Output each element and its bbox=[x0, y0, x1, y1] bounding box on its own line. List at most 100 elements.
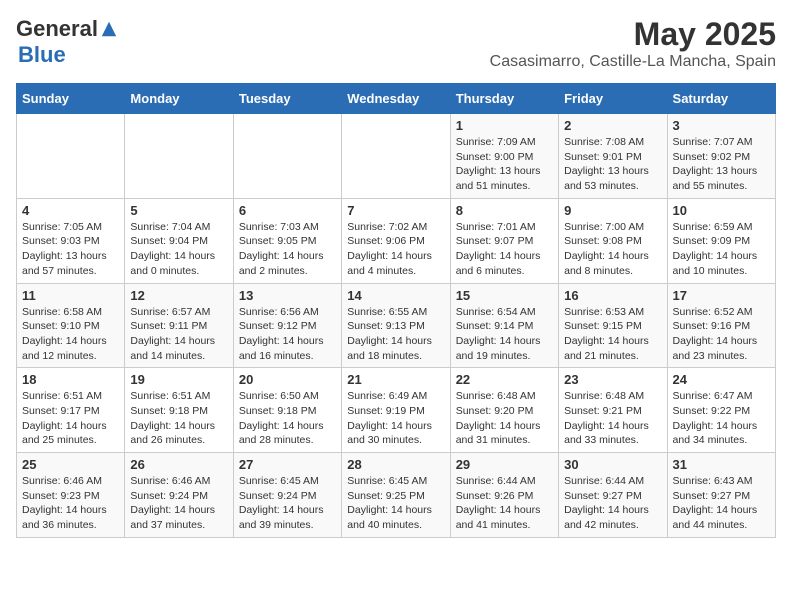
calendar-cell: 25 Sunrise: 6:46 AM Sunset: 9:23 PM Dayli… bbox=[17, 453, 125, 538]
calendar-cell: 10Sunrise: 6:59 AM Sunset: 9:09 PM Dayli… bbox=[667, 198, 775, 283]
calendar-cell: 28 Sunrise: 6:45 AM Sunset: 9:25 PM Dayli… bbox=[342, 453, 450, 538]
header-cell-thursday: Thursday bbox=[450, 84, 558, 114]
day-number: 12 bbox=[130, 288, 227, 303]
day-info: Sunrise: 6:58 AM Sunset: 9:10 PM Dayligh… bbox=[22, 305, 119, 364]
day-info: Sunrise: 6:46 AM Sunset: 9:24 PM Dayligh… bbox=[130, 474, 227, 533]
logo: General Blue bbox=[16, 16, 118, 68]
day-info: Sunrise: 6:49 AM Sunset: 9:19 PM Dayligh… bbox=[347, 389, 444, 448]
calendar-cell: 13Sunrise: 6:56 AM Sunset: 9:12 PM Dayli… bbox=[233, 283, 341, 368]
calendar-cell: 5 Sunrise: 7:04 AM Sunset: 9:04 PM Daylig… bbox=[125, 198, 233, 283]
day-info: Sunrise: 6:50 AM Sunset: 9:18 PM Dayligh… bbox=[239, 389, 336, 448]
day-number: 31 bbox=[673, 457, 770, 472]
calendar-cell: 16 Sunrise: 6:53 AM Sunset: 9:15 PM Dayli… bbox=[559, 283, 667, 368]
calendar-cell: 19Sunrise: 6:51 AM Sunset: 9:18 PM Dayli… bbox=[125, 368, 233, 453]
day-info: Sunrise: 6:45 AM Sunset: 9:24 PM Dayligh… bbox=[239, 474, 336, 533]
header-cell-tuesday: Tuesday bbox=[233, 84, 341, 114]
day-number: 9 bbox=[564, 203, 661, 218]
day-number: 7 bbox=[347, 203, 444, 218]
day-info: Sunrise: 6:46 AM Sunset: 9:23 PM Dayligh… bbox=[22, 474, 119, 533]
day-number: 24 bbox=[673, 372, 770, 387]
day-info: Sunrise: 6:47 AM Sunset: 9:22 PM Dayligh… bbox=[673, 389, 770, 448]
calendar-cell: 14Sunrise: 6:55 AM Sunset: 9:13 PM Dayli… bbox=[342, 283, 450, 368]
calendar-cell: 31Sunrise: 6:43 AM Sunset: 9:27 PM Dayli… bbox=[667, 453, 775, 538]
day-info: Sunrise: 6:51 AM Sunset: 9:18 PM Dayligh… bbox=[130, 389, 227, 448]
day-number: 21 bbox=[347, 372, 444, 387]
calendar-cell: 9 Sunrise: 7:00 AM Sunset: 9:08 PM Daylig… bbox=[559, 198, 667, 283]
calendar-cell: 4 Sunrise: 7:05 AM Sunset: 9:03 PM Daylig… bbox=[17, 198, 125, 283]
calendar-table: SundayMondayTuesdayWednesdayThursdayFrid… bbox=[16, 83, 776, 538]
calendar-cell: 18 Sunrise: 6:51 AM Sunset: 9:17 PM Dayli… bbox=[17, 368, 125, 453]
calendar-cell: 7 Sunrise: 7:02 AM Sunset: 9:06 PM Daylig… bbox=[342, 198, 450, 283]
day-info: Sunrise: 7:09 AM Sunset: 9:00 PM Dayligh… bbox=[456, 135, 553, 194]
day-number: 26 bbox=[130, 457, 227, 472]
day-number: 23 bbox=[564, 372, 661, 387]
day-info: Sunrise: 6:44 AM Sunset: 9:26 PM Dayligh… bbox=[456, 474, 553, 533]
header-cell-sunday: Sunday bbox=[17, 84, 125, 114]
day-info: Sunrise: 6:44 AM Sunset: 9:27 PM Dayligh… bbox=[564, 474, 661, 533]
day-number: 17 bbox=[673, 288, 770, 303]
calendar-cell: 23 Sunrise: 6:48 AM Sunset: 9:21 PM Dayli… bbox=[559, 368, 667, 453]
calendar-cell: 17 Sunrise: 6:52 AM Sunset: 9:16 PM Dayli… bbox=[667, 283, 775, 368]
day-info: Sunrise: 6:57 AM Sunset: 9:11 PM Dayligh… bbox=[130, 305, 227, 364]
day-info: Sunrise: 7:07 AM Sunset: 9:02 PM Dayligh… bbox=[673, 135, 770, 194]
logo-general-text: General bbox=[16, 16, 98, 42]
day-number: 30 bbox=[564, 457, 661, 472]
calendar-cell: 6Sunrise: 7:03 AM Sunset: 9:05 PM Daylig… bbox=[233, 198, 341, 283]
calendar-cell: 2 Sunrise: 7:08 AM Sunset: 9:01 PM Daylig… bbox=[559, 114, 667, 199]
day-number: 6 bbox=[239, 203, 336, 218]
day-info: Sunrise: 6:52 AM Sunset: 9:16 PM Dayligh… bbox=[673, 305, 770, 364]
day-number: 8 bbox=[456, 203, 553, 218]
day-info: Sunrise: 6:51 AM Sunset: 9:17 PM Dayligh… bbox=[22, 389, 119, 448]
day-info: Sunrise: 6:54 AM Sunset: 9:14 PM Dayligh… bbox=[456, 305, 553, 364]
logo-blue-text: Blue bbox=[18, 42, 66, 67]
day-info: Sunrise: 6:48 AM Sunset: 9:20 PM Dayligh… bbox=[456, 389, 553, 448]
day-info: Sunrise: 6:48 AM Sunset: 9:21 PM Dayligh… bbox=[564, 389, 661, 448]
day-info: Sunrise: 6:55 AM Sunset: 9:13 PM Dayligh… bbox=[347, 305, 444, 364]
day-number: 28 bbox=[347, 457, 444, 472]
calendar-cell bbox=[17, 114, 125, 199]
calendar-cell: 29Sunrise: 6:44 AM Sunset: 9:26 PM Dayli… bbox=[450, 453, 558, 538]
week-row-5: 25 Sunrise: 6:46 AM Sunset: 9:23 PM Dayli… bbox=[17, 453, 776, 538]
title-area: May 2025 Casasimarro, Castille-La Mancha… bbox=[490, 16, 776, 71]
day-info: Sunrise: 7:00 AM Sunset: 9:08 PM Dayligh… bbox=[564, 220, 661, 279]
day-info: Sunrise: 6:45 AM Sunset: 9:25 PM Dayligh… bbox=[347, 474, 444, 533]
day-info: Sunrise: 6:59 AM Sunset: 9:09 PM Dayligh… bbox=[673, 220, 770, 279]
calendar-cell: 24 Sunrise: 6:47 AM Sunset: 9:22 PM Dayli… bbox=[667, 368, 775, 453]
calendar-cell: 1Sunrise: 7:09 AM Sunset: 9:00 PM Daylig… bbox=[450, 114, 558, 199]
day-number: 16 bbox=[564, 288, 661, 303]
week-row-3: 11 Sunrise: 6:58 AM Sunset: 9:10 PM Dayli… bbox=[17, 283, 776, 368]
calendar-cell: 30 Sunrise: 6:44 AM Sunset: 9:27 PM Dayli… bbox=[559, 453, 667, 538]
header: General Blue May 2025 Casasimarro, Casti… bbox=[16, 16, 776, 71]
main-title: May 2025 bbox=[490, 16, 776, 53]
day-info: Sunrise: 6:53 AM Sunset: 9:15 PM Dayligh… bbox=[564, 305, 661, 364]
day-number: 18 bbox=[22, 372, 119, 387]
day-number: 4 bbox=[22, 203, 119, 218]
header-row: SundayMondayTuesdayWednesdayThursdayFrid… bbox=[17, 84, 776, 114]
calendar-cell: 21 Sunrise: 6:49 AM Sunset: 9:19 PM Dayli… bbox=[342, 368, 450, 453]
day-number: 20 bbox=[239, 372, 336, 387]
week-row-2: 4 Sunrise: 7:05 AM Sunset: 9:03 PM Daylig… bbox=[17, 198, 776, 283]
day-info: Sunrise: 7:08 AM Sunset: 9:01 PM Dayligh… bbox=[564, 135, 661, 194]
calendar-cell bbox=[125, 114, 233, 199]
header-cell-friday: Friday bbox=[559, 84, 667, 114]
day-info: Sunrise: 7:04 AM Sunset: 9:04 PM Dayligh… bbox=[130, 220, 227, 279]
header-cell-monday: Monday bbox=[125, 84, 233, 114]
day-info: Sunrise: 7:05 AM Sunset: 9:03 PM Dayligh… bbox=[22, 220, 119, 279]
day-number: 5 bbox=[130, 203, 227, 218]
day-number: 3 bbox=[673, 118, 770, 133]
day-number: 25 bbox=[22, 457, 119, 472]
day-number: 11 bbox=[22, 288, 119, 303]
day-info: Sunrise: 7:02 AM Sunset: 9:06 PM Dayligh… bbox=[347, 220, 444, 279]
calendar-cell: 12 Sunrise: 6:57 AM Sunset: 9:11 PM Dayli… bbox=[125, 283, 233, 368]
calendar-cell: 8Sunrise: 7:01 AM Sunset: 9:07 PM Daylig… bbox=[450, 198, 558, 283]
day-number: 22 bbox=[456, 372, 553, 387]
calendar-cell: 20 Sunrise: 6:50 AM Sunset: 9:18 PM Dayli… bbox=[233, 368, 341, 453]
subtitle: Casasimarro, Castille-La Mancha, Spain bbox=[490, 53, 776, 71]
week-row-4: 18 Sunrise: 6:51 AM Sunset: 9:17 PM Dayli… bbox=[17, 368, 776, 453]
calendar-cell bbox=[342, 114, 450, 199]
calendar-cell: 15Sunrise: 6:54 AM Sunset: 9:14 PM Dayli… bbox=[450, 283, 558, 368]
week-row-1: 1Sunrise: 7:09 AM Sunset: 9:00 PM Daylig… bbox=[17, 114, 776, 199]
calendar-cell: 26 Sunrise: 6:46 AM Sunset: 9:24 PM Dayli… bbox=[125, 453, 233, 538]
calendar-cell: 11 Sunrise: 6:58 AM Sunset: 9:10 PM Dayli… bbox=[17, 283, 125, 368]
day-number: 2 bbox=[564, 118, 661, 133]
